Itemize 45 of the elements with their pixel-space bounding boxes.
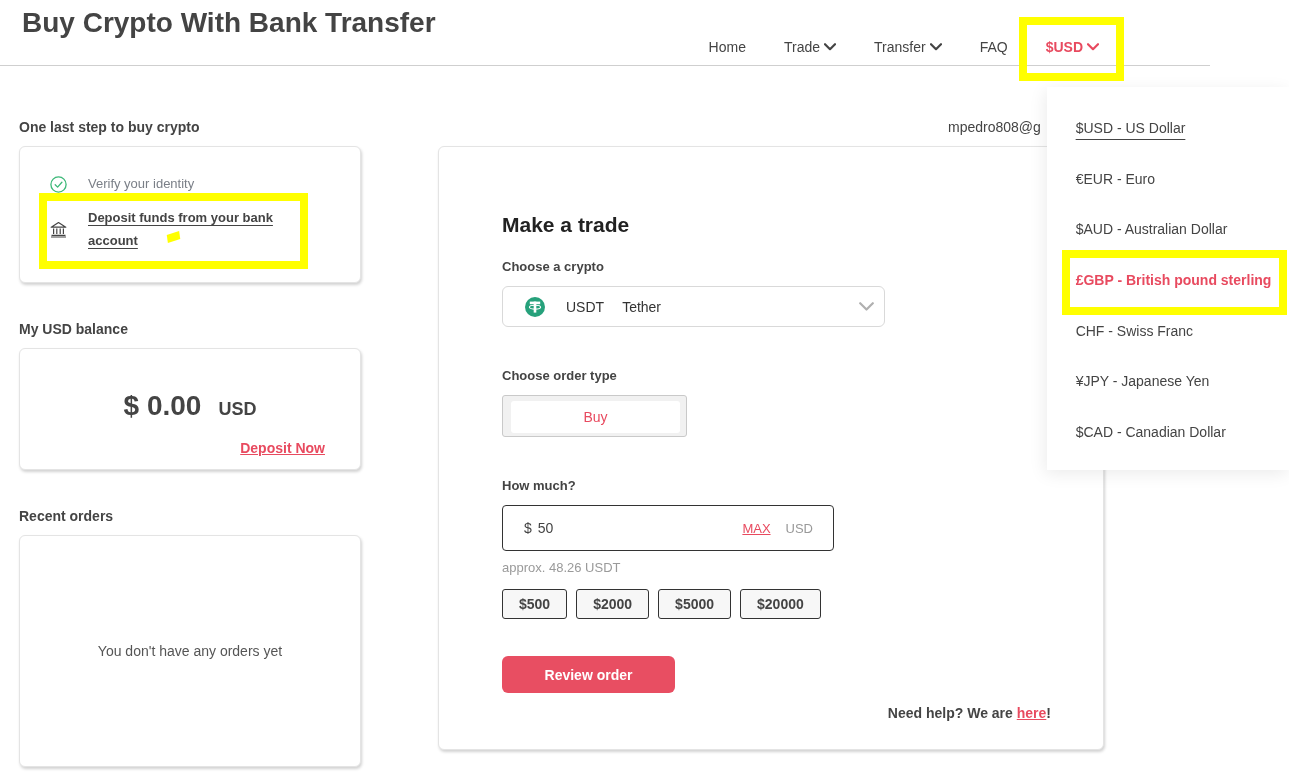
help-text: Need help? We are here! <box>887 704 1051 723</box>
field-label: How much? <box>502 477 576 495</box>
balance-amount: $ 0.00 <box>123 389 202 423</box>
menu-item[interactable]: CHF - Swiss Franc <box>1075 318 1194 343</box>
field-label: Choose a crypto <box>502 258 604 276</box>
preset-amount-button[interactable]: $20000 <box>740 589 821 619</box>
step-label: Verify your identity <box>88 175 195 193</box>
crypto-name: Tether <box>622 298 662 315</box>
menu-item[interactable]: £GBP - British pound sterling <box>1075 268 1272 292</box>
menu-item[interactable]: $CAD - Canadian Dollar <box>1075 420 1226 445</box>
preset-amount-button[interactable]: $500 <box>502 589 568 619</box>
crypto-select[interactable]: USDT Tether <box>502 286 885 327</box>
nav-item[interactable]: $USD <box>1045 37 1099 57</box>
section-heading: My USD balance <box>19 320 129 339</box>
estimate-text: approx. 48.26 USDT <box>502 560 621 576</box>
card-title: Make a trade <box>502 212 630 238</box>
nav-item[interactable]: Trade <box>783 37 836 57</box>
deposit-link[interactable]: Deposit Now <box>240 438 325 458</box>
section-heading: One last step to buy crypto <box>19 118 201 137</box>
preset-amount-button[interactable]: $5000 <box>658 589 732 619</box>
empty-message: You don't have any orders yet <box>97 643 283 659</box>
field-label: Choose order type <box>502 367 617 385</box>
nav-item[interactable]: FAQ <box>979 37 1008 57</box>
nav-item[interactable]: Home <box>708 37 746 57</box>
currency-prefix: $ <box>524 520 532 536</box>
max-link[interactable]: MAX <box>742 520 771 536</box>
preset-amount-button[interactable]: $2000 <box>576 589 650 619</box>
menu-item[interactable]: €EUR - Euro <box>1075 166 1155 191</box>
order-type-tab[interactable]: Buy <box>511 401 680 433</box>
menu-item[interactable]: $AUD - Australian Dollar <box>1075 217 1228 242</box>
help-link[interactable]: here <box>1016 705 1047 721</box>
coin-icon <box>525 296 545 317</box>
menu-item[interactable]: $USD - US Dollar <box>1075 115 1186 140</box>
section-heading: Recent orders <box>19 507 115 526</box>
highlighter-mark-icon <box>166 230 181 244</box>
page-title: Buy Crypto With Bank Transfer <box>21 6 436 40</box>
account-email: mpedro808@g <box>948 118 1041 137</box>
review-order-button[interactable]: Review order <box>502 656 675 693</box>
menu-item[interactable]: ¥JPY - Japanese Yen <box>1075 369 1210 394</box>
step-link[interactable]: Deposit funds from your bank account <box>88 206 293 252</box>
nav-item[interactable]: Transfer <box>874 37 942 57</box>
crypto-symbol: USDT <box>566 298 605 315</box>
currency-suffix: USD <box>785 520 813 536</box>
chevron-down-icon <box>859 302 874 311</box>
balance-currency: USD <box>218 398 257 421</box>
